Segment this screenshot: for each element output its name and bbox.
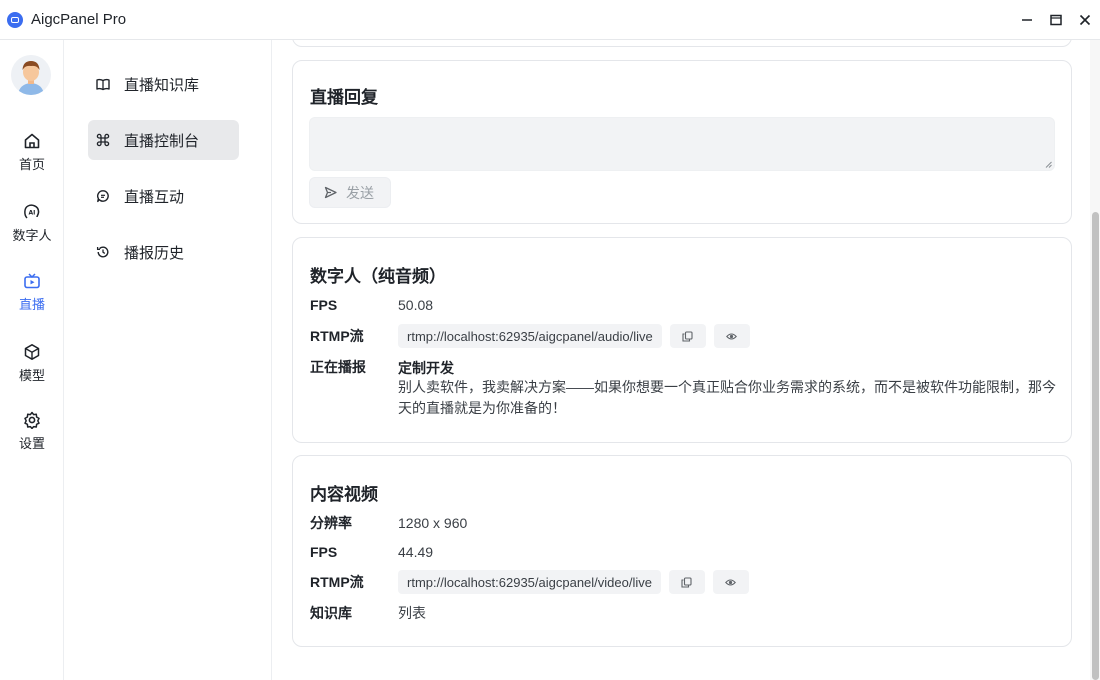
- playing-label: 正在播报: [310, 359, 366, 375]
- knowledge-base-label: 知识库: [310, 605, 352, 621]
- content-video-title: 内容视频: [310, 485, 378, 504]
- video-fps-label: FPS: [310, 544, 338, 560]
- copy-url-button[interactable]: [668, 570, 705, 594]
- app-title: AigcPanel Pro: [31, 11, 127, 28]
- resolution-label: 分辨率: [310, 515, 352, 531]
- nav-home[interactable]: 首页: [0, 132, 64, 188]
- eye-icon: [726, 332, 738, 340]
- submenu-item-console[interactable]: 直播控制台: [88, 120, 239, 160]
- nav-live-label: 直播: [18, 297, 45, 312]
- send-button-label: 发送: [346, 184, 374, 201]
- fps-value: 50.08: [398, 297, 434, 313]
- submenu-item-knowledge-base[interactable]: 直播知识库: [88, 64, 239, 104]
- resolution-row: 分辨率 1280 x 960: [310, 513, 467, 533]
- eye-icon: [725, 578, 737, 586]
- close-icon: [1079, 14, 1091, 26]
- ai-face-icon: AI: [24, 204, 40, 219]
- main-scrollbar[interactable]: [1090, 40, 1100, 680]
- copy-icon: [682, 330, 693, 342]
- video-rtmp-row: RTMP流 rtmp://localhost:62935/aigcpanel/v…: [310, 570, 749, 594]
- scrollbar-thumb[interactable]: [1092, 212, 1099, 680]
- svg-text:AI: AI: [29, 210, 36, 217]
- title-bar: AigcPanel Pro: [0, 0, 1100, 40]
- nav-model[interactable]: 模型: [0, 343, 64, 399]
- send-icon: [324, 186, 337, 199]
- nav-settings[interactable]: 设置: [0, 411, 64, 467]
- content-video-card: 内容视频 分辨率 1280 x 960 FPS 44.49 RTMP流 rtmp…: [292, 455, 1072, 647]
- live-reply-card: 直播回复 发送: [292, 60, 1072, 224]
- gear-icon: [24, 411, 40, 429]
- app-logo-icon: [7, 11, 23, 28]
- previous-card: [292, 40, 1072, 47]
- submenu-item-label: 直播知识库: [124, 76, 200, 94]
- video-fps-value: 44.49: [398, 544, 434, 560]
- live-reply-title: 直播回复: [310, 88, 378, 107]
- preview-stream-button[interactable]: [712, 570, 749, 594]
- playing-title: 定制开发: [398, 360, 454, 376]
- copy-url-button[interactable]: [669, 324, 706, 348]
- home-icon: [24, 133, 40, 149]
- cube-icon: [24, 344, 40, 360]
- avatar[interactable]: [11, 55, 51, 95]
- minimize-button[interactable]: [1013, 0, 1041, 40]
- copy-icon: [681, 576, 693, 588]
- live-submenu: 直播知识库 直播控制台 直播互动 播报历史: [64, 40, 272, 680]
- send-button[interactable]: 发送: [309, 177, 391, 208]
- reply-textarea[interactable]: [309, 117, 1055, 171]
- video-rtmp-label: RTMP流: [310, 574, 364, 590]
- rtmp-url[interactable]: rtmp://localhost:62935/aigcpanel/audio/l…: [398, 324, 662, 348]
- window-controls: [1013, 0, 1100, 40]
- submenu-item-label: 直播互动: [124, 188, 185, 206]
- fps-label: FPS: [310, 297, 338, 313]
- main-nav-rail: 首页 AI 数字人 直播 模型 设置: [0, 40, 64, 680]
- resize-grip-icon[interactable]: [1045, 161, 1052, 168]
- digital-human-card: 数字人（纯音频） FPS 50.08 RTMP流 rtmp://localhos…: [292, 237, 1072, 443]
- knowledge-base-value[interactable]: 列表: [398, 603, 426, 623]
- close-button[interactable]: [1071, 0, 1099, 40]
- maximize-icon: [1050, 14, 1062, 26]
- nav-home-label: 首页: [18, 157, 45, 172]
- book-icon: [96, 78, 110, 91]
- submenu-item-label: 播报历史: [124, 244, 185, 262]
- submenu-item-history[interactable]: 播报历史: [88, 232, 239, 272]
- rtmp-label: RTMP流: [310, 328, 364, 344]
- nav-model-label: 模型: [18, 368, 45, 383]
- command-icon: [96, 133, 110, 147]
- knowledge-base-row: 知识库 列表: [310, 603, 426, 623]
- playing-text: 别人卖软件，我卖解决方案——如果你想要一个真正贴合你业务需求的系统，而不是被软件…: [398, 379, 1056, 416]
- nav-settings-label: 设置: [18, 436, 45, 451]
- video-fps-row: FPS 44.49: [310, 542, 433, 562]
- submenu-item-label: 直播控制台: [124, 132, 200, 150]
- chat-icon: [97, 190, 109, 203]
- playing-row: 正在播报: [310, 357, 398, 377]
- history-icon: [96, 246, 109, 258]
- nav-digital-human[interactable]: AI 数字人: [0, 203, 64, 259]
- minimize-icon: [1022, 19, 1032, 21]
- rtmp-row: RTMP流 rtmp://localhost:62935/aigcpanel/a…: [310, 324, 750, 348]
- user-avatar-icon: [11, 55, 51, 95]
- preview-stream-button[interactable]: [713, 324, 750, 348]
- maximize-button[interactable]: [1042, 0, 1070, 40]
- tv-icon: [24, 273, 40, 289]
- fps-row: FPS 50.08: [310, 295, 433, 315]
- submenu-item-interaction[interactable]: 直播互动: [88, 176, 239, 216]
- resolution-value: 1280 x 960: [398, 515, 468, 531]
- video-rtmp-url[interactable]: rtmp://localhost:62935/aigcpanel/video/l…: [398, 570, 661, 594]
- nav-digital-human-label: 数字人: [12, 228, 52, 243]
- main-content: 直播回复 发送 数字人（纯音频） FPS 50.08 RTMP流 rtmp://…: [272, 40, 1090, 680]
- digital-human-title: 数字人（纯音频）: [310, 267, 446, 286]
- nav-live[interactable]: 直播: [0, 272, 64, 328]
